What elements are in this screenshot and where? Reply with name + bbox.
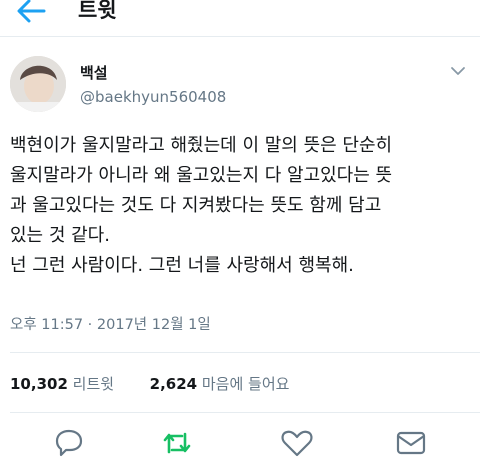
retweet-count[interactable]: 10,302 [10,375,68,393]
dm-icon[interactable] [394,428,428,458]
engagement-stats: 10,302 리트윗 2,624 마음에 들어요 [10,374,289,394]
like-icon[interactable] [280,428,314,458]
tweet-text: 백현이가 울지말라고 해줬는데 이 말의 뜻은 단순히 울지말라가 아니라 왜 … [10,131,472,281]
back-arrow-icon[interactable] [14,0,48,26]
divider [10,352,480,353]
user-handle[interactable]: @baekhyun560408 [80,87,226,107]
top-bar: 트윗 [0,0,480,37]
chevron-down-icon[interactable] [450,66,466,76]
retweet-label[interactable]: 리트윗 [73,375,114,393]
tweet-line: 있는 것 같다. [10,225,110,246]
like-label[interactable]: 마음에 들어요 [202,375,290,393]
display-name[interactable]: 백설 [80,63,108,83]
avatar[interactable] [10,56,66,112]
page-title: 트윗 [78,0,117,22]
tweet-line: 넌 그런 사람이다. 그런 너를 사랑해서 행복해. [10,255,354,276]
divider [10,412,480,413]
like-count[interactable]: 2,624 [150,375,197,393]
reply-icon[interactable] [52,428,86,458]
tweet-timestamp[interactable]: 오후 11:57 · 2017년 12월 1일 [10,315,211,335]
tweet-line: 과 울고있다는 것도 다 지켜봤다는 뜻도 함께 담고 [10,195,382,216]
retweet-icon[interactable] [160,428,194,458]
tweet-line: 백현이가 울지말라고 해줬는데 이 말의 뜻은 단순히 [10,135,393,156]
tweet-actions [0,428,480,462]
tweet-line: 울지말라가 아니라 왜 울고있는지 다 알고있다는 뜻 [10,165,393,186]
